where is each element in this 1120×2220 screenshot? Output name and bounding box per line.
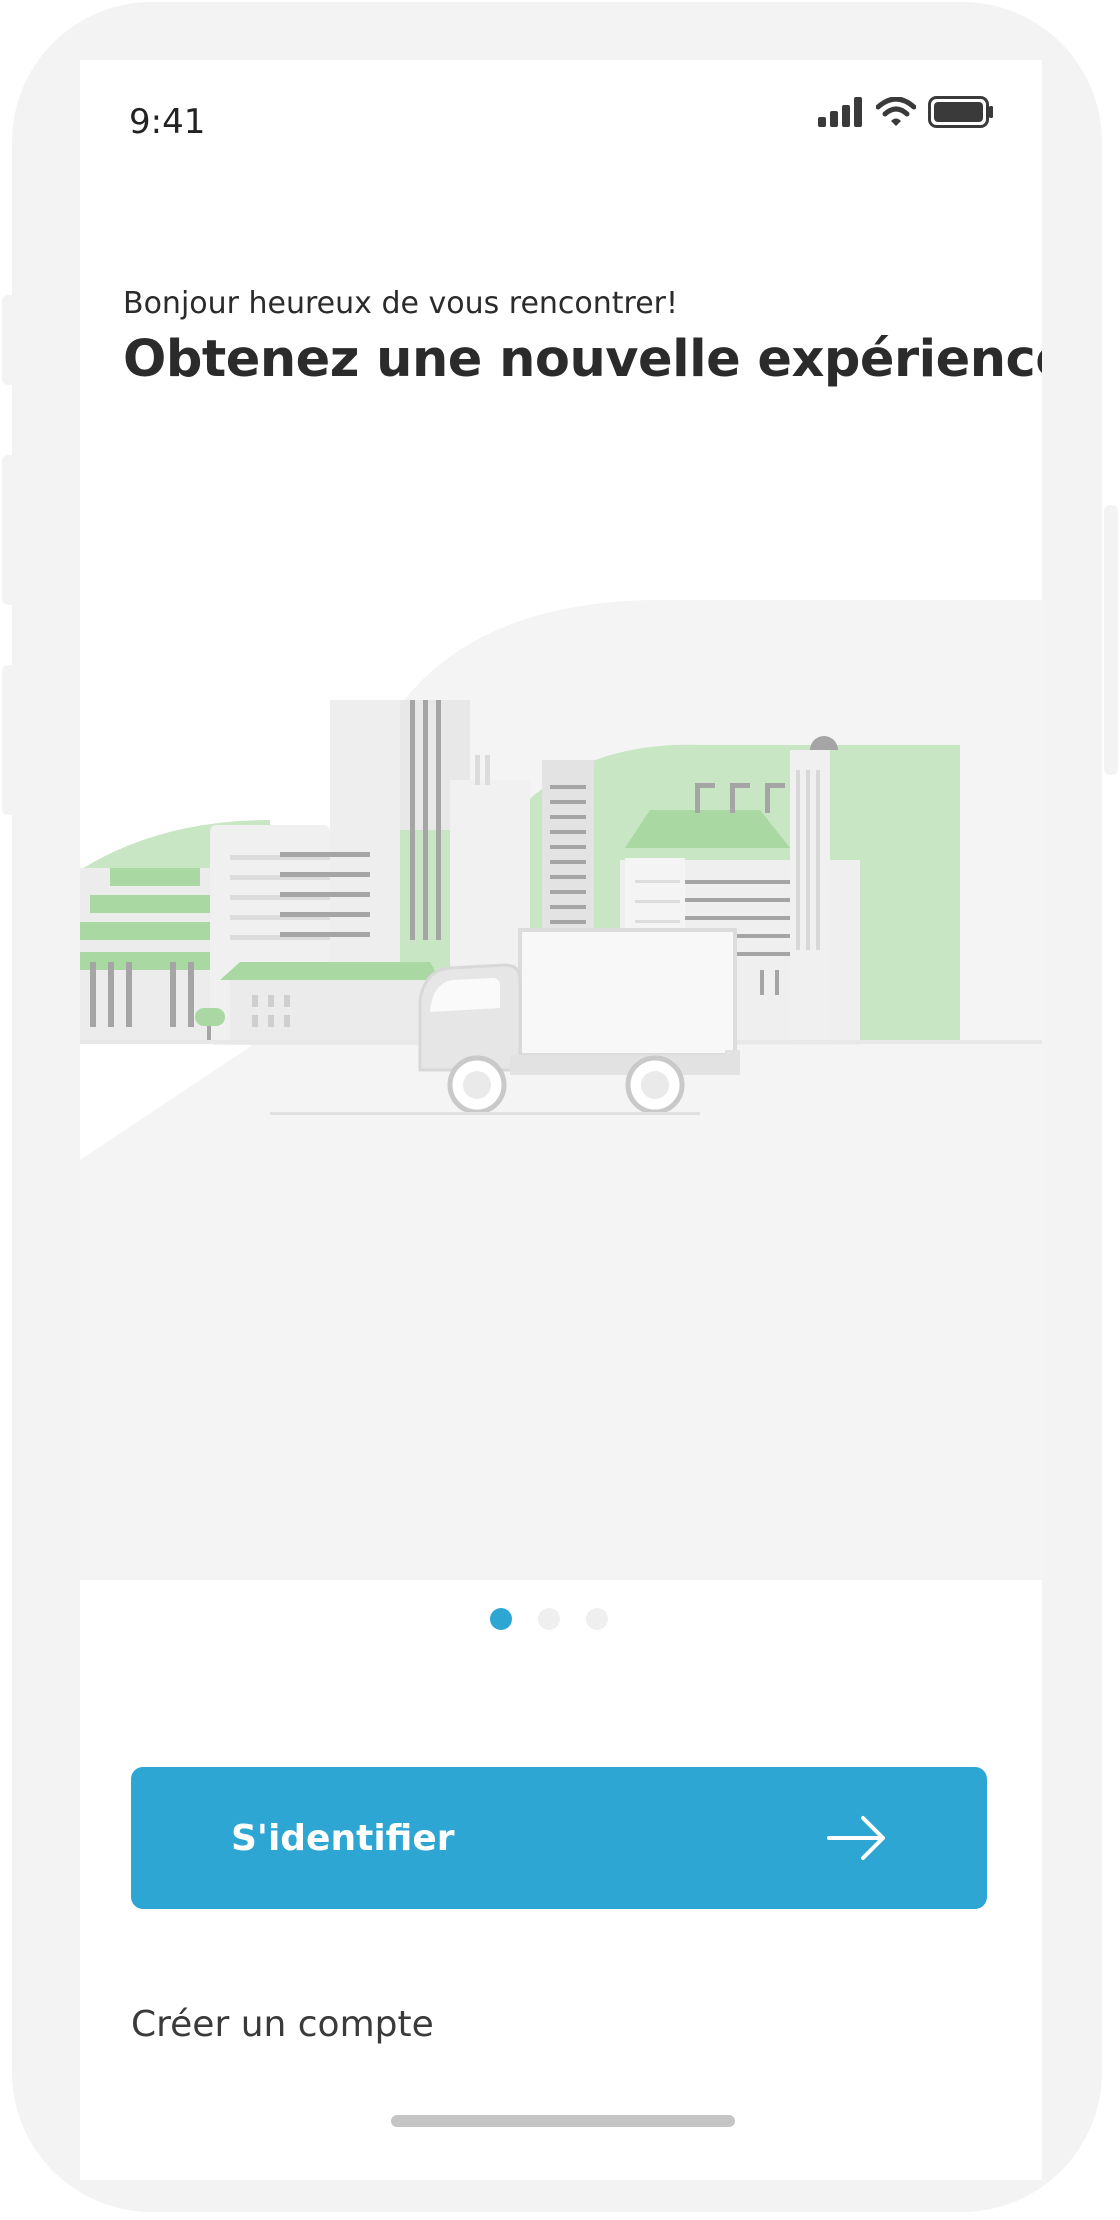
city-truck-illustration — [80, 600, 1042, 1580]
page-title: Obtenez une nouvelle expérience — [123, 330, 1042, 389]
phone-side-button — [2, 665, 16, 815]
phone-side-button — [2, 295, 16, 385]
greeting-text: Bonjour heureux de vous rencontrer! — [123, 286, 679, 321]
signin-button-label: S'identifier — [231, 1817, 455, 1859]
home-indicator[interactable] — [391, 2115, 735, 2127]
arrow-right-icon — [827, 1816, 885, 1860]
pager-dot-active[interactable] — [490, 1608, 512, 1630]
pager-dot[interactable] — [538, 1608, 560, 1630]
signal-icon — [818, 97, 862, 127]
signin-button[interactable]: S'identifier — [131, 1767, 987, 1909]
battery-icon — [928, 96, 993, 128]
carousel-pager — [80, 1608, 1030, 1630]
create-account-link[interactable]: Créer un compte — [131, 2004, 434, 2045]
app-screen: 9:41 Bonjour heureux de vous rencontrer!… — [80, 60, 1042, 2180]
pager-dot[interactable] — [586, 1608, 608, 1630]
status-icons — [818, 96, 994, 128]
phone-side-button — [1104, 505, 1118, 775]
status-time: 9:41 — [129, 102, 206, 142]
phone-side-button — [2, 455, 16, 605]
wifi-icon — [876, 97, 916, 126]
